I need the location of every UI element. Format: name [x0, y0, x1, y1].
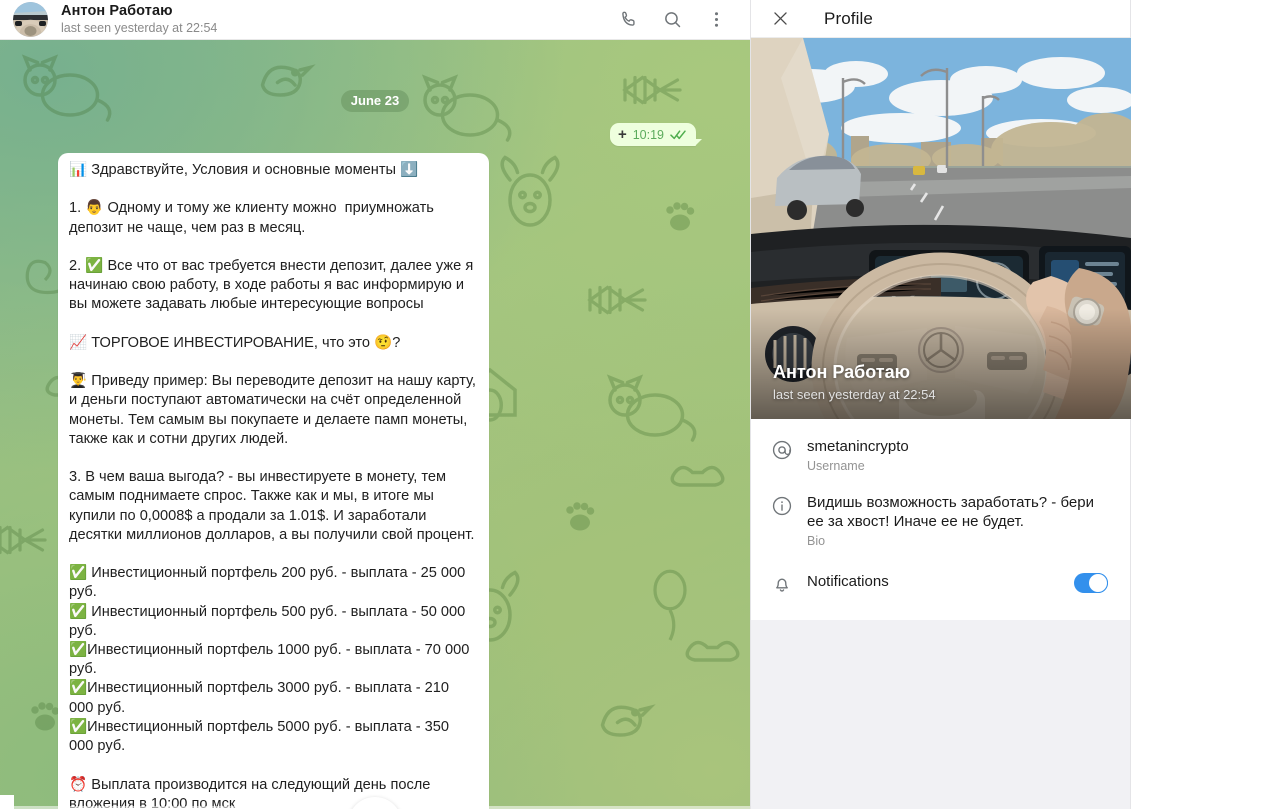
date-divider[interactable]: June 23	[340, 90, 410, 112]
info-circle-icon	[771, 493, 807, 517]
profile-row-username-body: smetanincrypto Username	[807, 437, 1108, 473]
username-value: smetanincrypto	[807, 438, 909, 455]
profile-row-bio[interactable]: Видишь возможность заработать? - бери ее…	[751, 483, 1130, 558]
notifications-body: Notifications	[807, 572, 1074, 592]
chat-subtitle: last seen yesterday at 22:54	[61, 21, 218, 35]
incoming-message-bubble[interactable]: 📊 Здравствуйте, Условия и основные момен…	[58, 153, 489, 809]
bell-icon	[771, 570, 807, 594]
telegram-window: Антон Работаю last seen yesterday at 22:…	[0, 0, 1267, 809]
profile-panel: Profile Антон Работаю last seen yesterda…	[750, 0, 1267, 809]
profile-row-notifications[interactable]: Notifications	[751, 558, 1130, 606]
toggle-knob	[1088, 572, 1108, 593]
avatar-photo	[13, 2, 48, 37]
profile-name: Антон Работаю	[773, 362, 910, 383]
outgoing-message-row: + 10:19	[0, 123, 740, 146]
double-check-icon	[670, 129, 687, 140]
contact-avatar[interactable]	[13, 2, 48, 37]
chat-header: Антон Работаю last seen yesterday at 22:…	[0, 0, 750, 40]
composer-corner	[0, 795, 14, 809]
incoming-message-text: 📊 Здравствуйте, Условия и основные момен…	[69, 162, 476, 809]
profile-info-list: smetanincrypto Username Видишь возможнос…	[751, 419, 1130, 620]
chat-header-titles[interactable]: Антон Работаю last seen yesterday at 22:…	[61, 4, 616, 36]
profile-panel-inner: Profile Антон Работаю last seen yesterda…	[751, 0, 1131, 809]
phone-icon[interactable]	[616, 8, 640, 32]
profile-empty-area	[751, 620, 1130, 809]
bio-value: Видишь возможность заработать? - бери ее…	[807, 494, 1094, 530]
close-icon[interactable]	[771, 9, 790, 28]
at-sign-icon	[771, 437, 807, 461]
chat-header-actions	[616, 8, 740, 32]
outgoing-message-bubble[interactable]: + 10:19	[609, 123, 703, 146]
username-label: Username	[807, 459, 865, 473]
outgoing-message-emoji: +	[617, 126, 627, 143]
profile-header: Profile	[751, 0, 1130, 38]
profile-row-bio-body: Видишь возможность заработать? - бери ее…	[807, 493, 1108, 548]
bio-label: Bio	[807, 534, 826, 548]
more-vertical-icon[interactable]	[704, 8, 728, 32]
profile-photo-caption: Антон Работаю last seen yesterday at 22:…	[773, 361, 1113, 403]
profile-status: last seen yesterday at 22:54	[773, 386, 936, 402]
profile-photo[interactable]: Антон Работаю last seen yesterday at 22:…	[751, 38, 1131, 419]
search-icon[interactable]	[660, 8, 684, 32]
notifications-toggle-wrap	[1074, 572, 1108, 593]
profile-row-username[interactable]: smetanincrypto Username	[751, 427, 1130, 483]
profile-title: Profile	[824, 8, 873, 28]
message-list[interactable]: June 23 + 10:19 📊 Здравствуйте, Условия …	[0, 40, 750, 809]
date-divider-row: June 23	[0, 90, 750, 112]
notifications-toggle[interactable]	[1074, 572, 1108, 593]
outgoing-message-time: 10:19	[632, 127, 664, 142]
chat-column: Антон Работаю last seen yesterday at 22:…	[0, 0, 750, 809]
notifications-label: Notifications	[807, 573, 889, 590]
chat-title: Антон Работаю	[61, 3, 173, 19]
